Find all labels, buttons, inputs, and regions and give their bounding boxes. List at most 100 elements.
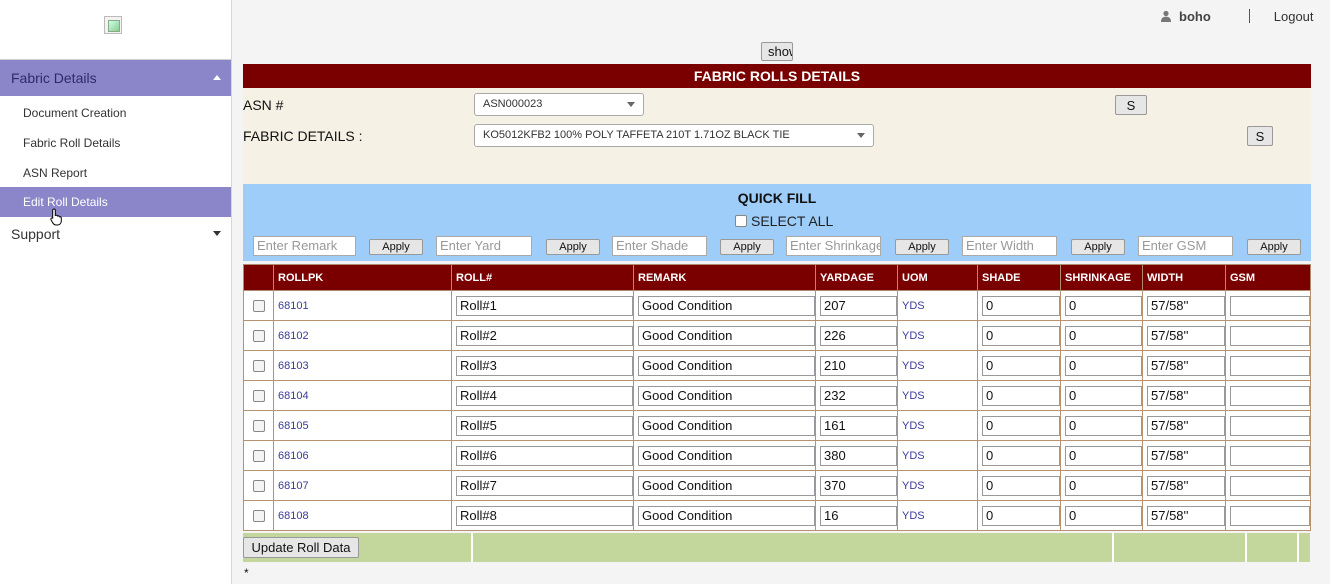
gsm-input[interactable] (1230, 475, 1310, 496)
gsm-input[interactable] (1230, 445, 1310, 466)
gsm-input[interactable] (1230, 325, 1310, 346)
roll-input[interactable]: Roll#4 (456, 385, 633, 406)
fabric-search-button[interactable]: S (1247, 126, 1273, 146)
apply-remark-button[interactable]: Apply (369, 239, 423, 255)
yardage-input[interactable]: 161 (820, 415, 897, 436)
roll-input[interactable]: Roll#6 (456, 445, 633, 466)
gsm-fill-input[interactable]: Enter GSM (1138, 236, 1233, 256)
rollpk-link[interactable]: 68103 (278, 360, 309, 372)
remark-input[interactable]: Good Condition (638, 325, 815, 346)
width-fill-input[interactable]: Enter Width (962, 236, 1057, 256)
shade-input[interactable]: 0 (982, 505, 1060, 526)
shrinkage-input[interactable]: 0 (1065, 505, 1142, 526)
roll-input[interactable]: Roll#7 (456, 475, 633, 496)
gsm-input[interactable] (1230, 355, 1310, 376)
remark-input[interactable]: Good Condition (638, 385, 815, 406)
shade-input[interactable]: 0 (982, 475, 1060, 496)
sidebar-section-support[interactable]: Support (0, 216, 231, 252)
width-input[interactable]: 57/58'' (1147, 325, 1225, 346)
shrinkage-fill-input[interactable]: Enter Shrinkage (786, 236, 881, 256)
shade-fill-input[interactable]: Enter Shade (612, 236, 707, 256)
select-all-toggle[interactable]: SELECT ALL (735, 213, 833, 229)
yardage-input[interactable]: 210 (820, 355, 897, 376)
rollpk-link[interactable]: 68101 (278, 300, 309, 312)
rollpk-link[interactable]: 68107 (278, 480, 309, 492)
rollpk-link[interactable]: 68106 (278, 450, 309, 462)
gsm-input[interactable] (1230, 295, 1310, 316)
apply-gsm-button[interactable]: Apply (1247, 239, 1301, 255)
gsm-input[interactable] (1230, 415, 1310, 436)
remark-input[interactable]: Good Condition (638, 475, 815, 496)
roll-input[interactable]: Roll#8 (456, 505, 633, 526)
shade-input[interactable]: 0 (982, 415, 1060, 436)
gsm-input[interactable] (1230, 385, 1310, 406)
fabric-details-select[interactable]: KO5012KFB2 100% POLY TAFFETA 210T 1.71OZ… (474, 124, 874, 147)
asn-select[interactable]: ASN000023 (474, 93, 644, 116)
shrinkage-input[interactable]: 0 (1065, 355, 1142, 376)
rollpk-link[interactable]: 68102 (278, 330, 309, 342)
rollpk-link[interactable]: 68104 (278, 390, 309, 402)
width-input[interactable]: 57/58'' (1147, 355, 1225, 376)
shrinkage-input[interactable]: 0 (1065, 295, 1142, 316)
rollpk-link[interactable]: 68105 (278, 420, 309, 432)
width-input[interactable]: 57/58'' (1147, 385, 1225, 406)
yardage-input[interactable]: 207 (820, 295, 897, 316)
row-checkbox[interactable] (253, 479, 265, 492)
shade-input[interactable]: 0 (982, 385, 1060, 406)
remark-input[interactable]: Good Condition (638, 415, 815, 436)
shade-input[interactable]: 0 (982, 445, 1060, 466)
width-input[interactable]: 57/58'' (1147, 505, 1225, 526)
yardage-input[interactable]: 370 (820, 475, 897, 496)
width-input[interactable]: 57/58'' (1147, 415, 1225, 436)
yardage-input[interactable]: 16 (820, 505, 897, 526)
apply-yard-button[interactable]: Apply (546, 239, 600, 255)
yardage-input[interactable]: 232 (820, 385, 897, 406)
row-checkbox[interactable] (253, 509, 265, 522)
shrinkage-input[interactable]: 0 (1065, 415, 1142, 436)
sidebar-item-document-creation[interactable]: Document Creation (0, 98, 231, 128)
user-name[interactable]: boho (1179, 9, 1211, 24)
gsm-input[interactable] (1230, 505, 1310, 526)
select-all-checkbox[interactable] (735, 215, 747, 227)
row-checkbox[interactable] (253, 299, 265, 312)
row-checkbox[interactable] (253, 329, 265, 342)
shade-input[interactable]: 0 (982, 295, 1060, 316)
row-checkbox[interactable] (253, 449, 265, 462)
remark-input[interactable]: Good Condition (638, 295, 815, 316)
remark-input[interactable]: Good Condition (638, 445, 815, 466)
roll-input[interactable]: Roll#1 (456, 295, 633, 316)
asn-search-button[interactable]: S (1115, 95, 1147, 115)
apply-shade-button[interactable]: Apply (720, 239, 774, 255)
remark-fill-input[interactable]: Enter Remark (253, 236, 356, 256)
width-input[interactable]: 57/58'' (1147, 295, 1225, 316)
shrinkage-input[interactable]: 0 (1065, 385, 1142, 406)
logout-link[interactable]: Logout (1274, 9, 1314, 24)
apply-shrinkage-button[interactable]: Apply (895, 239, 949, 255)
shrinkage-input[interactable]: 0 (1065, 325, 1142, 346)
remark-input[interactable]: Good Condition (638, 505, 815, 526)
shrinkage-input[interactable]: 0 (1065, 445, 1142, 466)
sidebar-item-edit-roll-details[interactable]: Edit Roll Details (0, 187, 231, 217)
yardage-input[interactable]: 380 (820, 445, 897, 466)
apply-width-button[interactable]: Apply (1071, 239, 1125, 255)
width-input[interactable]: 57/58'' (1147, 475, 1225, 496)
shrinkage-input[interactable]: 0 (1065, 475, 1142, 496)
row-checkbox[interactable] (253, 359, 265, 372)
sidebar-item-asn-report[interactable]: ASN Report (0, 158, 231, 188)
shade-input[interactable]: 0 (982, 355, 1060, 376)
show-button[interactable]: show (761, 42, 793, 61)
update-roll-data-button[interactable]: Update Roll Data (243, 537, 359, 558)
row-checkbox[interactable] (253, 389, 265, 402)
shade-input[interactable]: 0 (982, 325, 1060, 346)
row-checkbox[interactable] (253, 419, 265, 432)
remark-input[interactable]: Good Condition (638, 355, 815, 376)
rollpk-link[interactable]: 68108 (278, 510, 309, 522)
roll-input[interactable]: Roll#5 (456, 415, 633, 436)
sidebar-item-fabric-roll-details[interactable]: Fabric Roll Details (0, 128, 231, 158)
sidebar-section-fabric-details[interactable]: Fabric Details (0, 60, 231, 96)
width-input[interactable]: 57/58'' (1147, 445, 1225, 466)
roll-input[interactable]: Roll#3 (456, 355, 633, 376)
roll-input[interactable]: Roll#2 (456, 325, 633, 346)
yardage-input[interactable]: 226 (820, 325, 897, 346)
yard-fill-input[interactable]: Enter Yard (436, 236, 532, 256)
